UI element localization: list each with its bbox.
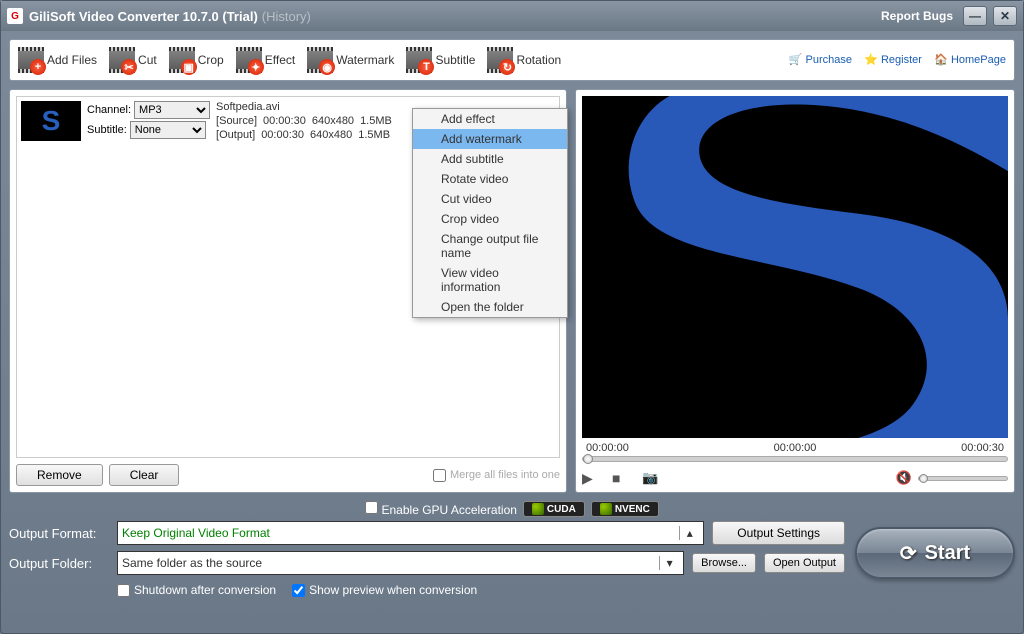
rotation-button[interactable]: ↻Rotation (487, 47, 561, 73)
output-folder-label: Output Folder: (9, 556, 109, 571)
open-output-button[interactable]: Open Output (764, 553, 845, 573)
preview-checkbox-label[interactable]: Show preview when conversion (292, 583, 477, 597)
titlebar: G GiliSoft Video Converter 10.7.0 (Trial… (1, 1, 1023, 31)
gpu-checkbox-label[interactable]: Enable GPU Acceleration (365, 501, 517, 517)
shutdown-checkbox[interactable] (117, 584, 130, 597)
seek-slider[interactable] (582, 456, 1008, 462)
browse-button[interactable]: Browse... (692, 553, 756, 573)
home-icon: 🏠 (934, 53, 948, 67)
register-link[interactable]: ⭐Register (864, 53, 922, 67)
subtitle-label: Subtitle: (87, 124, 127, 136)
camera-icon: 📷 (642, 470, 658, 486)
cuda-badge: CUDA (523, 501, 585, 517)
preview-checkbox[interactable] (292, 584, 305, 597)
file-list-panel: S Channel:MP3 Subtitle:None Softpedia.av… (9, 89, 567, 493)
menu-cut[interactable]: Cut video (413, 189, 567, 209)
snapshot-button[interactable]: 📷 (642, 470, 662, 486)
purchase-link[interactable]: 🛒Purchase (789, 53, 852, 67)
merge-checkbox[interactable] (433, 469, 446, 482)
watermark-button[interactable]: ◉Watermark (307, 47, 394, 73)
clear-button[interactable]: Clear (109, 464, 180, 486)
stop-button[interactable]: ■ (612, 470, 632, 486)
effect-icon: ✦ (248, 59, 264, 75)
scissors-icon: ✂ (121, 59, 137, 75)
chevron-up-icon: ▴ (679, 526, 699, 540)
channel-select[interactable]: MP3 (134, 101, 210, 119)
subtitle-select[interactable]: None (130, 121, 206, 139)
nvenc-badge: NVENC (591, 501, 659, 517)
start-button[interactable]: ⟳Start (855, 527, 1015, 579)
refresh-icon: ⟳ (900, 541, 917, 566)
timeline-labels: 00:00:0000:00:0000:00:30 (582, 442, 1008, 454)
play-button[interactable]: ▶ (582, 470, 602, 486)
menu-rotate[interactable]: Rotate video (413, 169, 567, 189)
menu-rename[interactable]: Change output file name (413, 229, 567, 263)
app-icon: G (7, 8, 23, 24)
minimize-button[interactable]: — (963, 6, 987, 26)
merge-checkbox-label[interactable]: Merge all files into one (433, 469, 560, 482)
thumbnail: S (21, 101, 81, 141)
gpu-row: Enable GPU Acceleration CUDA NVENC (9, 501, 1015, 517)
star-icon: ⭐ (864, 53, 878, 67)
cut-button[interactable]: ✂Cut (109, 47, 157, 73)
channel-label: Channel: (87, 104, 131, 116)
close-button[interactable]: ✕ (993, 6, 1017, 26)
file-name: Softpedia.avi (216, 101, 392, 113)
menu-add-watermark[interactable]: Add watermark (413, 129, 567, 149)
toolbar: +Add Files ✂Cut ▣Crop ✦Effect ◉Watermark… (9, 39, 1015, 81)
report-bugs-link[interactable]: Report Bugs (881, 9, 953, 23)
plus-icon: + (30, 59, 46, 75)
homepage-link[interactable]: 🏠HomePage (934, 53, 1006, 67)
history-link[interactable]: (History) (262, 9, 311, 24)
window-title: GiliSoft Video Converter 10.7.0 (Trial) (29, 9, 258, 24)
crop-icon: ▣ (181, 59, 197, 75)
shutdown-checkbox-label[interactable]: Shutdown after conversion (117, 583, 276, 597)
effect-button[interactable]: ✦Effect (236, 47, 295, 73)
gpu-checkbox[interactable] (365, 501, 378, 514)
output-format-label: Output Format: (9, 526, 109, 541)
cart-icon: 🛒 (789, 53, 803, 67)
volume-slider[interactable] (918, 476, 1008, 481)
remove-button[interactable]: Remove (16, 464, 103, 486)
preview-image (582, 96, 1008, 438)
menu-crop[interactable]: Crop video (413, 209, 567, 229)
crop-button[interactable]: ▣Crop (169, 47, 224, 73)
add-files-button[interactable]: +Add Files (18, 47, 97, 73)
menu-info[interactable]: View video information (413, 263, 567, 297)
volume-icon[interactable]: 🔇 (896, 470, 912, 486)
chevron-down-icon: ▾ (659, 556, 679, 570)
app-window: G GiliSoft Video Converter 10.7.0 (Trial… (0, 0, 1024, 634)
preview-area (582, 96, 1008, 438)
preview-panel: 00:00:0000:00:0000:00:30 ▶ ■ 📷 🔇 (575, 89, 1015, 493)
context-menu: Add effect Add watermark Add subtitle Ro… (412, 108, 568, 318)
menu-add-effect[interactable]: Add effect (413, 109, 567, 129)
output-folder-select[interactable]: Same folder as the source▾ (117, 551, 684, 575)
output-settings-button[interactable]: Output Settings (712, 521, 845, 545)
menu-add-subtitle[interactable]: Add subtitle (413, 149, 567, 169)
subtitle-button[interactable]: TSubtitle (406, 47, 475, 73)
output-format-select[interactable]: Keep Original Video Format▴ (117, 521, 704, 545)
menu-open-folder[interactable]: Open the folder (413, 297, 567, 317)
